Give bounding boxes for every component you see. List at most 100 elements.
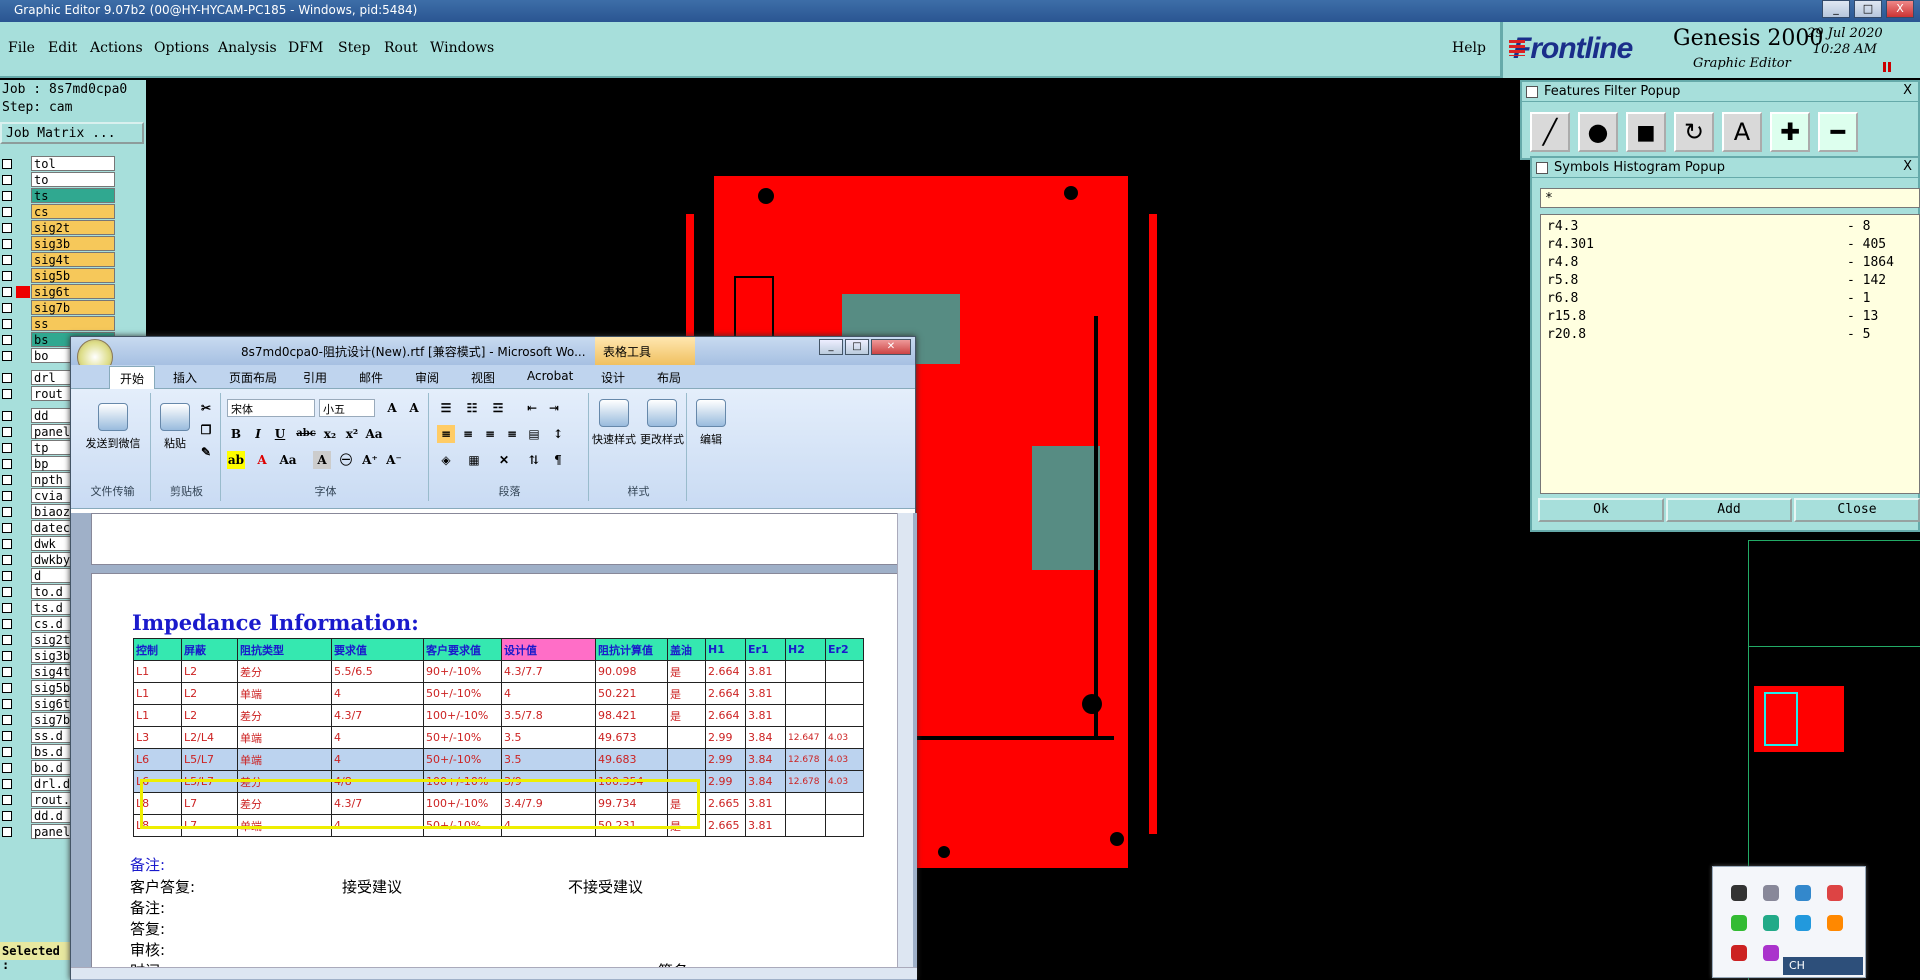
layer-checkbox[interactable] bbox=[2, 255, 12, 265]
table-cell[interactable]: L8 bbox=[133, 814, 182, 837]
borders-icon[interactable]: ▦ bbox=[465, 451, 483, 469]
table-cell[interactable]: 4 bbox=[331, 814, 424, 837]
menu-dfm[interactable]: DFM bbox=[288, 40, 323, 56]
layer-color-swatch[interactable] bbox=[16, 570, 30, 582]
layer-name[interactable]: to bbox=[31, 172, 115, 187]
menu-step[interactable]: Step bbox=[338, 40, 370, 56]
table-cell[interactable] bbox=[667, 748, 706, 771]
layer-color-swatch[interactable] bbox=[16, 746, 30, 758]
multilevel-icon[interactable]: ☲ bbox=[489, 399, 507, 417]
menu-edit[interactable]: Edit bbox=[48, 40, 77, 56]
layer-name[interactable]: sig5b bbox=[31, 268, 115, 283]
histogram-row[interactable]: r5.8 - 142 bbox=[1547, 273, 1913, 291]
show-marks-icon[interactable]: ¶ bbox=[549, 451, 567, 469]
table-cell[interactable]: 差分 bbox=[237, 660, 332, 683]
layer-color-swatch[interactable] bbox=[16, 714, 30, 726]
layer-row[interactable]: sig3b bbox=[0, 236, 146, 252]
table-cell[interactable]: 是 bbox=[667, 682, 706, 705]
layer-color-swatch[interactable] bbox=[16, 442, 30, 454]
layer-checkbox[interactable] bbox=[2, 351, 12, 361]
table-cell[interactable]: 4.3/7 bbox=[331, 704, 424, 727]
tray-app-icon[interactable] bbox=[1731, 915, 1747, 931]
layer-color-swatch[interactable] bbox=[16, 458, 30, 470]
layer-color-swatch[interactable] bbox=[16, 334, 30, 346]
table-cell[interactable]: 单端 bbox=[237, 682, 332, 705]
layer-checkbox[interactable] bbox=[2, 223, 12, 233]
table-cell[interactable]: L7 bbox=[181, 814, 238, 837]
tray-app-icon[interactable] bbox=[1827, 885, 1843, 901]
align-right-icon[interactable]: ≡ bbox=[481, 425, 499, 443]
table-cell[interactable]: 是 bbox=[667, 704, 706, 727]
table-row[interactable]: L8 L7 单端 4 50+/-10% 4 50.231 是 2.665 3.81 bbox=[133, 814, 864, 837]
table-cell[interactable] bbox=[785, 792, 826, 815]
font-color-icon[interactable]: A bbox=[253, 451, 271, 469]
layer-checkbox[interactable] bbox=[2, 827, 12, 837]
layer-checkbox[interactable] bbox=[2, 699, 12, 709]
layer-name[interactable]: tol bbox=[31, 156, 115, 171]
grow-font-icon-2[interactable]: A⁺ bbox=[361, 451, 379, 469]
ribbon-tab[interactable]: 设计 bbox=[601, 369, 625, 386]
quick-style-button[interactable]: 快速样式 bbox=[591, 399, 637, 447]
table-cell[interactable]: 4/8 bbox=[331, 770, 424, 793]
layer-row[interactable]: ts bbox=[0, 188, 146, 204]
tray-app-icon[interactable] bbox=[1827, 915, 1843, 931]
layer-checkbox[interactable] bbox=[2, 287, 12, 297]
change-style-button[interactable]: 更改样式 bbox=[639, 399, 685, 447]
bullets-icon[interactable]: ☰ bbox=[437, 399, 455, 417]
table-cell[interactable] bbox=[825, 682, 864, 705]
layer-name[interactable]: sig7b bbox=[31, 300, 115, 315]
paste-button[interactable]: 粘贴 bbox=[155, 403, 195, 451]
table-cell[interactable]: 2.99 bbox=[705, 726, 746, 749]
horizontal-scrollbar[interactable] bbox=[71, 967, 917, 979]
histogram-row[interactable]: r4.3 - 8 bbox=[1547, 219, 1913, 237]
table-cell[interactable] bbox=[825, 704, 864, 727]
layer-color-swatch[interactable] bbox=[16, 586, 30, 598]
change-case-icon[interactable]: Aa bbox=[365, 425, 383, 443]
table-cell[interactable]: 4 bbox=[331, 748, 424, 771]
layer-row[interactable]: sig4t bbox=[0, 252, 146, 268]
table-tools-tab[interactable]: 表格工具 bbox=[595, 337, 695, 365]
table-cell[interactable]: L2 bbox=[181, 660, 238, 683]
table-cell[interactable]: 4.3/7 bbox=[331, 792, 424, 815]
word-minimize-button[interactable]: _ bbox=[819, 339, 843, 355]
layer-name[interactable]: sig3b bbox=[31, 236, 115, 251]
table-cell[interactable]: 50+/-10% bbox=[423, 682, 502, 705]
table-cell[interactable]: 2.665 bbox=[705, 814, 746, 837]
table-cell[interactable]: L2/L4 bbox=[181, 726, 238, 749]
impedance-table[interactable]: 控制 屏蔽 阻抗类型 要求值 客户要求值 设计值 阻抗计算值 盖油 H1 Er1 H2 Er2 L1 L2… bbox=[133, 638, 864, 837]
layer-name[interactable]: ss bbox=[31, 316, 115, 331]
clear-format-icon[interactable]: A bbox=[405, 399, 423, 417]
tray-app-icon[interactable] bbox=[1795, 915, 1811, 931]
layer-color-swatch[interactable] bbox=[16, 270, 30, 282]
job-matrix-button[interactable]: Job Matrix ... bbox=[0, 122, 144, 144]
table-cell[interactable] bbox=[785, 682, 826, 705]
layer-color-swatch[interactable] bbox=[16, 490, 30, 502]
close-icon[interactable]: X bbox=[1903, 159, 1912, 174]
font-size-change-icon[interactable]: Aa bbox=[279, 451, 297, 469]
line-icon[interactable]: ╱ bbox=[1530, 112, 1570, 152]
filter-input[interactable]: * bbox=[1540, 188, 1920, 208]
table-cell[interactable]: 2.99 bbox=[705, 748, 746, 771]
copy-icon[interactable]: ❐ bbox=[197, 421, 215, 439]
table-row[interactable]: L3 L2/L4 单端 4 50+/-10% 3.5 49.673 2.99 3.84 12.64… bbox=[133, 726, 864, 749]
layer-color-swatch[interactable] bbox=[16, 650, 30, 662]
table-cell[interactable]: 50+/-10% bbox=[423, 814, 502, 837]
layer-checkbox[interactable] bbox=[2, 459, 12, 469]
table-cell[interactable] bbox=[825, 814, 864, 837]
table-cell[interactable]: 3.81 bbox=[745, 660, 786, 683]
language-indicator[interactable]: CH bbox=[1783, 957, 1863, 975]
table-cell[interactable]: 100+/-10% bbox=[423, 704, 502, 727]
shading-icon[interactable]: ◈ bbox=[437, 451, 455, 469]
layer-checkbox[interactable] bbox=[2, 667, 12, 677]
format-painter-icon[interactable]: ✎ bbox=[197, 443, 215, 461]
layer-color-swatch[interactable] bbox=[16, 410, 30, 422]
table-cell[interactable]: 单端 bbox=[237, 748, 332, 771]
layer-color-swatch[interactable] bbox=[16, 730, 30, 742]
char-shading-icon[interactable]: A bbox=[313, 451, 331, 469]
justify-icon[interactable]: ≡ bbox=[503, 425, 521, 443]
layer-checkbox[interactable] bbox=[2, 427, 12, 437]
layer-checkbox[interactable] bbox=[2, 335, 12, 345]
close-button[interactable]: X bbox=[1886, 0, 1914, 18]
table-cell[interactable]: L2 bbox=[181, 682, 238, 705]
table-cell[interactable] bbox=[825, 792, 864, 815]
